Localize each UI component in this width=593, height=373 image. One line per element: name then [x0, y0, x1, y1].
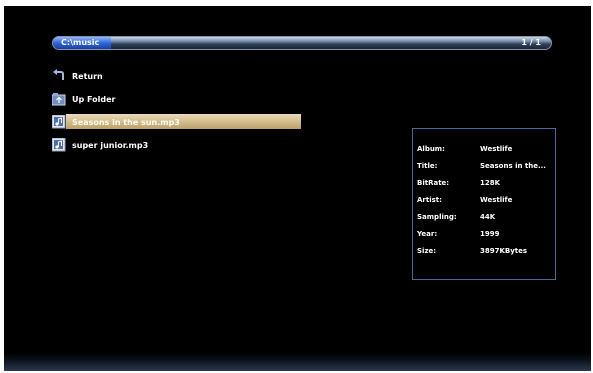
sampling-value: 44K	[480, 213, 496, 221]
bottom-glow	[4, 353, 591, 371]
artist-value: Westlife	[480, 196, 513, 204]
current-path: C:\music	[61, 38, 100, 47]
bitrate-key: BitRate:	[417, 179, 450, 187]
selected-file-item[interactable]: Seasons in the sun.mp3	[52, 112, 302, 132]
artist-key: Artist:	[417, 196, 442, 204]
bitrate-value: 128K	[480, 179, 501, 187]
album-value: Westlife	[480, 145, 513, 153]
path-bar: C:\music 1 / 1	[52, 36, 552, 50]
return-arrow-icon	[52, 69, 66, 83]
media-browser-screen: C:\music 1 / 1 Return Up Folder Seasons …	[4, 6, 591, 371]
up-folder-label: Up Folder	[72, 94, 116, 104]
year-value: 1999	[480, 230, 500, 238]
return-label: Return	[72, 71, 103, 81]
return-item[interactable]: Return	[52, 66, 302, 86]
music-file-icon	[52, 115, 66, 129]
info-panel: Album: Westlife Title: Seasons in the...…	[412, 128, 556, 280]
title-value: Seasons in the...	[480, 162, 546, 170]
year-key: Year:	[417, 230, 438, 238]
album-key: Album:	[417, 145, 445, 153]
selected-file-label: Seasons in the sun.mp3	[72, 117, 180, 127]
file-item-super-junior[interactable]: super junior.mp3	[52, 135, 302, 155]
size-key: Size:	[417, 247, 437, 255]
file-list: Return Up Folder Seasons in the sun.mp3 …	[52, 66, 302, 158]
up-folder-item[interactable]: Up Folder	[52, 89, 302, 109]
file-label-super-junior: super junior.mp3	[72, 140, 149, 150]
music-file-icon	[52, 138, 66, 152]
page-counter: 1 / 1	[521, 38, 541, 47]
title-key: Title:	[417, 162, 438, 170]
folder-up-icon	[52, 92, 66, 106]
size-value: 3897KBytes	[480, 247, 528, 255]
sampling-key: Sampling:	[417, 213, 457, 221]
